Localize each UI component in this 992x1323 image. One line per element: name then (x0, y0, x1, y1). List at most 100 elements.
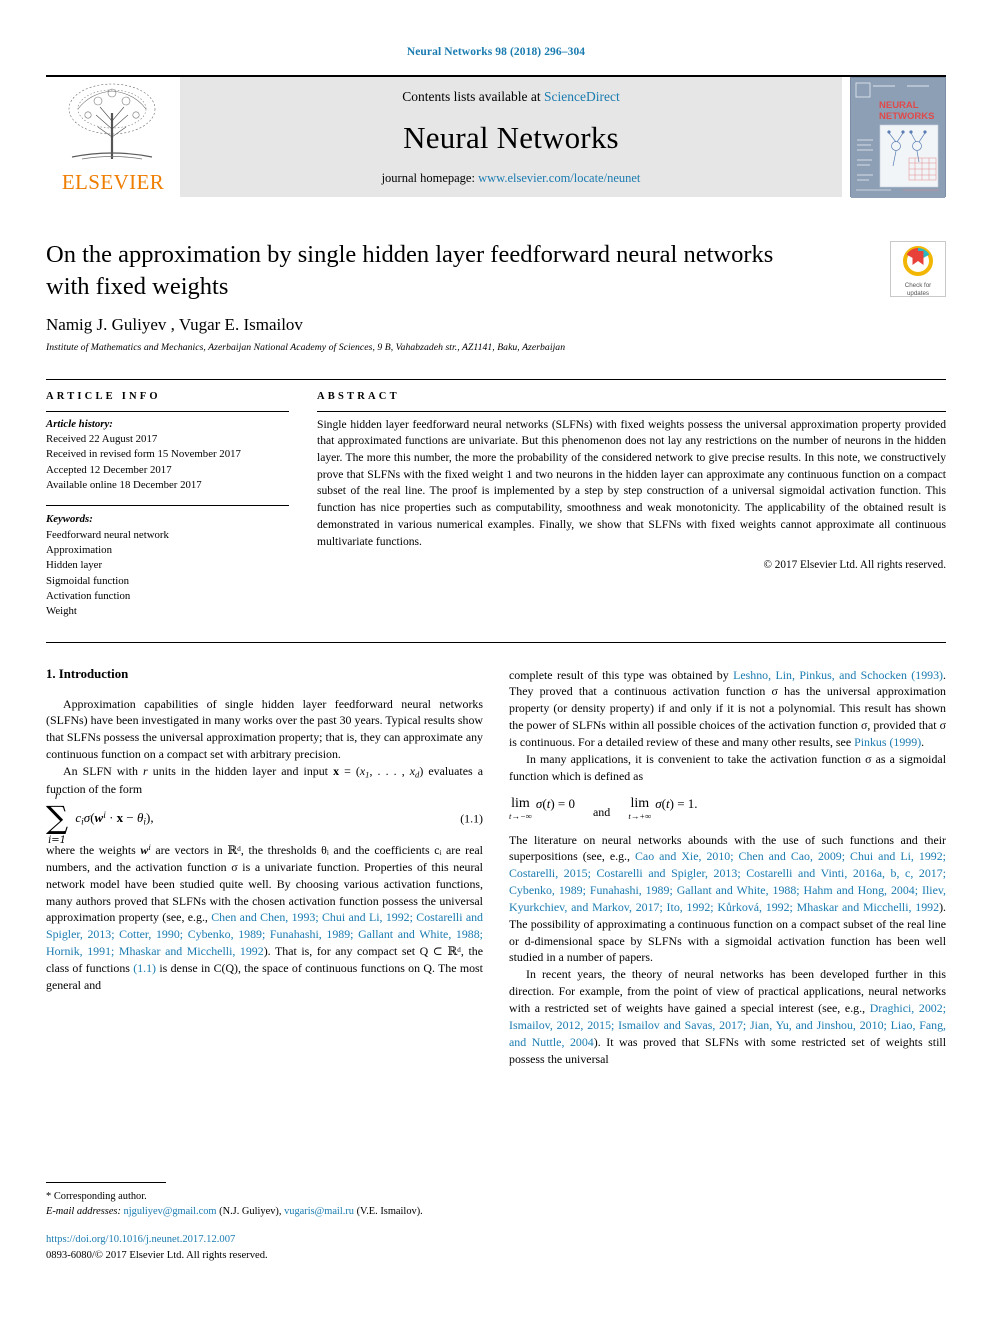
sum-upper-limit: r (54, 791, 60, 803)
right-column: complete result of this type was obtaine… (509, 667, 946, 1112)
history-item: Available online 18 December 2017 (46, 479, 202, 491)
article-history: Article history: Received 22 August 2017… (46, 412, 289, 494)
footnote-block: * Corresponding author. E-mail addresses… (46, 1182, 483, 1263)
crossmark-icon (903, 246, 933, 276)
keyword-item: Weight (46, 605, 77, 618)
equation-body: ciσ(wi · x − θi), (75, 809, 154, 828)
email-link-1[interactable]: njguliyev@gmail.com (124, 1206, 217, 1217)
doi-link[interactable]: https://doi.org/10.1016/j.neunet.2017.12… (46, 1232, 483, 1247)
limit-right-expression: σ(t) = 1. (655, 795, 698, 811)
paragraph-literature: The literature on neural networks abound… (509, 832, 946, 967)
cover-artwork-icon: NEURAL NETWORKS (851, 78, 945, 198)
paragraph-slfn-definition: An SLFN with r units in the hidden layer… (46, 764, 483, 796)
citation-year[interactable]: (1999) (889, 735, 921, 749)
svg-text:NETWORKS: NETWORKS (879, 111, 934, 122)
corresponding-mark: * (46, 1191, 52, 1203)
crossmark-badge[interactable]: Check for updates (890, 241, 946, 297)
paragraph-sigmoidal: In many applications, it is convenient t… (509, 751, 946, 785)
paragraph-weights: where the weights wi are vectors in ℝᵈ, … (46, 842, 483, 992)
affiliation: Institute of Mathematics and Mechanics, … (46, 341, 566, 353)
crossmark-label: Check for updates (891, 282, 945, 298)
history-item: Received 22 August 2017 (46, 433, 158, 446)
elsevier-tree-icon (68, 83, 156, 160)
journal-homepage-line: journal homepage: www.elsevier.com/locat… (382, 171, 641, 186)
email-link-2[interactable]: vugaris@mail.ru (284, 1206, 354, 1217)
text-fragment: In many applications, it is convenient t… (509, 751, 946, 783)
limit-left-expression: σ(t) = 0 (535, 795, 575, 811)
email-line: E-mail addresses: njguliyev@gmail.com (N… (46, 1205, 483, 1220)
left-column: 1. Introduction Approximation capabiliti… (46, 667, 483, 1112)
equation-sigmoidal-limits: lim t→−∞ σ(t) = 0 and lim t→+∞ σ(t) = 1. (509, 796, 946, 821)
equation-1-1: r ∑ i=1 ciσ(wi · x − θi), (1.1) (46, 791, 483, 847)
paper-page: Neural Networks 98 (2018) 296–304 ELSEVI… (0, 0, 992, 1323)
email-owner-1: (N.J. Guliyev), (219, 1205, 282, 1217)
history-item: Accepted 12 December 2017 (46, 463, 172, 476)
paragraph-recent-years: In recent years, the theory of neural ne… (509, 966, 946, 1067)
title-block: On the approximation by single hidden la… (46, 239, 946, 353)
sum-lower-limit: i=1 (48, 835, 67, 847)
author-list: Namig J. Guliyev , Vugar E. Ismailov (46, 315, 946, 335)
history-label: Article history: (46, 417, 113, 430)
limit-subscript: t→−∞ (509, 810, 532, 821)
text-fragment: . (921, 735, 925, 749)
keywords-label: Keywords: (46, 513, 93, 526)
body-columns: 1. Introduction Approximation capabiliti… (46, 641, 946, 1112)
keyword-item: Hidden layer (46, 559, 103, 572)
author-names: Namig J. Guliyev , Vugar E. Ismailov (46, 314, 303, 334)
limit-connector: and (592, 804, 611, 819)
limit-operator: lim (630, 795, 650, 811)
email-owner-2: (V.E. Ismailov). (356, 1205, 423, 1217)
corresponding-label: Corresponding author. (53, 1191, 147, 1203)
keywords-group: Keywords: Feedforward neural network App… (46, 505, 289, 619)
text-fragment: complete result of this type was obtaine… (509, 667, 734, 682)
footnote-divider (46, 1182, 166, 1184)
crossmark-line2: updates (906, 289, 930, 297)
keyword-item: Sigmoidal function (46, 574, 130, 587)
limit-left: lim t→−∞ (509, 796, 532, 821)
page-title: On the approximation by single hidden la… (46, 241, 774, 300)
abstract-copyright: © 2017 Elsevier Ltd. All rights reserved… (763, 559, 947, 572)
keyword-item: Approximation (46, 543, 112, 556)
keyword-item: Activation function (46, 589, 131, 602)
corresponding-author-line: * Corresponding author. (46, 1190, 483, 1205)
article-info-column: ARTICLE INFO Article history: Received 2… (46, 380, 289, 620)
text-fragment: An SLFN with (63, 764, 144, 778)
section-title-introduction: 1. Introduction (46, 666, 129, 681)
elsevier-wordmark: ELSEVIER (61, 170, 165, 194)
abstract-text: Single hidden layer feedforward neural n… (317, 417, 946, 548)
email-label: E-mail addresses: (46, 1205, 121, 1217)
contents-available-line: Contents lists available at ScienceDirec… (402, 89, 619, 105)
sciencedirect-link[interactable]: ScienceDirect (544, 89, 620, 104)
limit-right: lim t→+∞ (628, 796, 651, 821)
journal-title: Neural Networks (403, 120, 619, 155)
article-info-heading: ARTICLE INFO (46, 390, 161, 402)
journal-cover-thumbnail: NEURAL NETWORKS (850, 77, 946, 198)
paragraph-leshno: complete result of this type was obtaine… (509, 667, 946, 751)
homepage-prefix: journal homepage: (381, 171, 479, 185)
limit-operator: lim (511, 795, 530, 811)
journal-homepage-url[interactable]: www.elsevier.com/locate/neunet (478, 171, 640, 185)
paragraph: Approximation capabilities of single hid… (46, 696, 483, 762)
citation-leshno[interactable]: Leshno, Lin, Pinkus, and Schocken (733, 668, 907, 682)
doi-block: https://doi.org/10.1016/j.neunet.2017.12… (46, 1232, 483, 1263)
abstract-heading: ABSTRACT (317, 390, 400, 402)
summation-symbol: r ∑ i=1 (46, 791, 69, 847)
text-fragment: units in the hidden layer and input (147, 764, 334, 778)
keyword-item: Feedforward neural network (46, 528, 169, 541)
limit-subscript: t→+∞ (628, 810, 652, 821)
equation-reference[interactable]: (1.1) (133, 961, 156, 975)
abstract-column: ABSTRACT Single hidden layer feedforward… (317, 380, 946, 620)
citation-pinkus[interactable]: Pinkus (854, 735, 886, 749)
crossmark-line1: Check for (904, 282, 932, 289)
citation-year[interactable]: (1993) (911, 668, 943, 682)
svg-text:NEURAL: NEURAL (879, 100, 919, 111)
journal-masthead: ELSEVIER Contents lists available at Sci… (46, 75, 946, 198)
text-fragment: = ( (339, 764, 360, 778)
journal-band: Contents lists available at ScienceDirec… (180, 77, 842, 197)
info-abstract-section: ARTICLE INFO Article history: Received 2… (46, 378, 946, 620)
issn-copyright-line: 0893-6080/© 2017 Elsevier Ltd. All right… (46, 1249, 268, 1261)
history-item: Received in revised form 15 November 201… (46, 448, 241, 461)
running-head: Neural Networks 98 (2018) 296–304 (406, 46, 586, 58)
elsevier-logo: ELSEVIER (46, 77, 180, 197)
contents-prefix: Contents lists available at (402, 89, 544, 104)
